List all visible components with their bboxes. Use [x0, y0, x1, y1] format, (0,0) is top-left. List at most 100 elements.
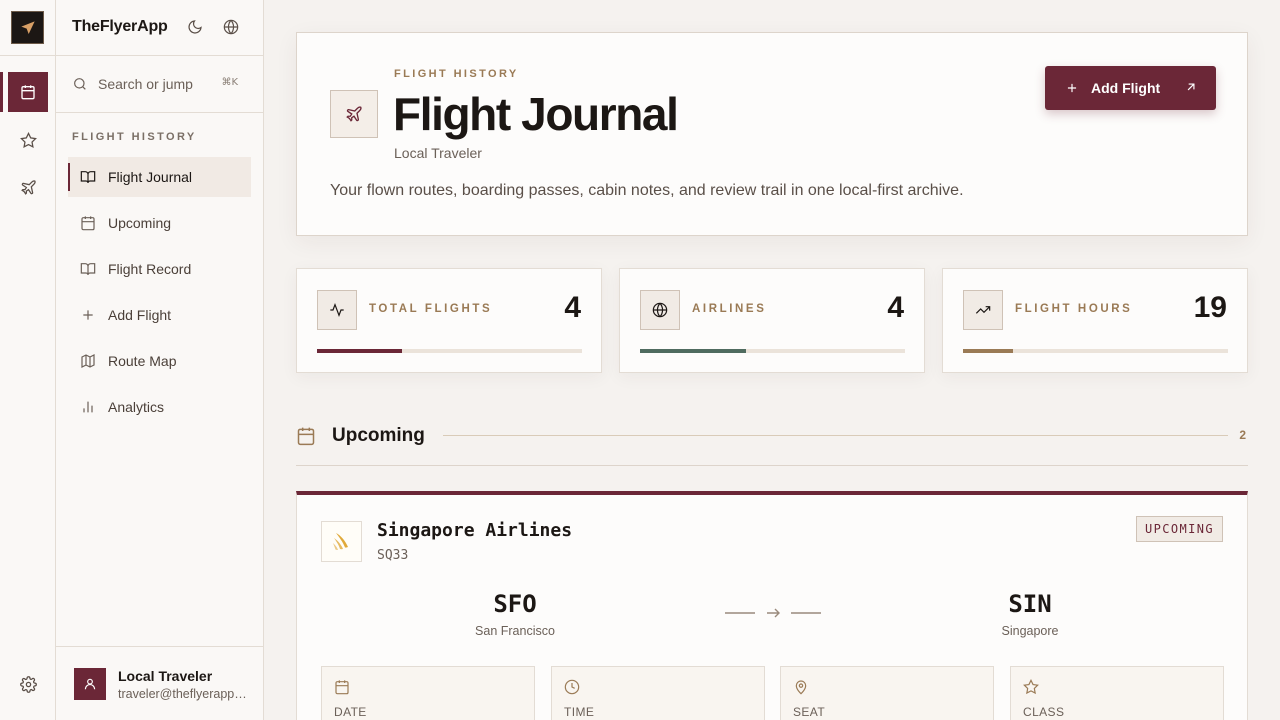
sidebar-item-flight-journal[interactable]: Flight Journal [68, 157, 251, 197]
sidebar-item-analytics[interactable]: Analytics [68, 387, 251, 427]
icon-rail [0, 0, 56, 720]
sidebar-item-route-map[interactable]: Route Map [68, 341, 251, 381]
sidebar-item-label: Flight Record [108, 261, 192, 277]
rail-flights-button[interactable] [8, 167, 48, 207]
language-button[interactable] [221, 17, 241, 37]
stat-progress-track [640, 349, 905, 353]
stat-progress-track [317, 349, 582, 353]
detail-label: TIME [564, 705, 595, 719]
route-arrow-icon [725, 608, 821, 618]
star-icon [1023, 679, 1039, 695]
stat-value: 4 [887, 291, 904, 324]
destination-airport: SIN Singapore [940, 590, 1120, 638]
stat-label: AIRLINES [692, 303, 767, 315]
airline-logo [321, 521, 362, 562]
destination-city: Singapore [1001, 624, 1059, 638]
search-shortcut: ⌘K [221, 77, 238, 88]
user-email: traveler@theflyerapp.local [118, 687, 248, 701]
flight-number: SQ33 [377, 548, 409, 563]
nav-section-label: FLIGHT HISTORY [72, 131, 197, 143]
book-icon [80, 171, 96, 184]
destination-code: SIN [1008, 590, 1052, 618]
stat-card-total-flights: TOTAL FLIGHTS 4 [296, 268, 602, 373]
calendar-icon [21, 85, 35, 100]
sidebar-item-upcoming[interactable]: Upcoming [68, 203, 251, 243]
calendar-icon [81, 216, 95, 231]
theme-toggle-button[interactable] [185, 17, 205, 37]
sidebar-item-flight-record[interactable]: Flight Record [68, 249, 251, 289]
detail-seat: SEAT [780, 666, 994, 720]
star-icon [19, 131, 37, 148]
stat-value: 4 [564, 291, 581, 324]
rail-calendar-button[interactable] [8, 72, 48, 112]
search-input[interactable]: Search or jump ⌘K [72, 70, 248, 98]
sidebar-item-label: Upcoming [108, 215, 172, 231]
stat-progress-fill [963, 349, 1014, 353]
globe-icon [223, 19, 239, 35]
page-title: Flight Journal [393, 88, 679, 140]
detail-date: DATE [321, 666, 535, 720]
user-name: Local Traveler [118, 668, 213, 684]
book-open-icon [80, 263, 96, 276]
search-icon [74, 78, 86, 90]
add-flight-button[interactable]: Add Flight [1045, 66, 1216, 110]
plus-icon [1067, 83, 1077, 93]
sidebar: TheFlyerApp Search or jump ⌘K FLIGHT HIS… [56, 0, 264, 720]
sidebar-item-label: Analytics [108, 399, 165, 415]
sidebar-item-add-flight[interactable]: Add Flight [68, 295, 251, 335]
sidebar-item-label: Route Map [108, 353, 177, 369]
rail-favorites-button[interactable] [8, 120, 48, 160]
stat-progress-track [963, 349, 1228, 353]
stat-icon-wrap [640, 290, 680, 330]
upcoming-count: 2 [1239, 428, 1246, 442]
plane-icon [346, 106, 362, 122]
plus-icon [83, 310, 93, 320]
calendar-icon [335, 680, 349, 695]
detail-class: CLASS [1010, 666, 1224, 720]
gear-icon [19, 675, 37, 693]
origin-city: San Francisco [475, 624, 555, 638]
stat-progress-fill [640, 349, 746, 353]
hero-description: Your flown routes, boarding passes, cabi… [330, 182, 964, 199]
origin-code: SFO [493, 590, 537, 618]
flight-card[interactable]: Singapore Airlines SQ33 UPCOMING SFO San… [296, 491, 1248, 720]
status-badge: UPCOMING [1136, 516, 1223, 542]
map-pin-icon [795, 680, 807, 695]
stat-icon-wrap [317, 290, 357, 330]
clock-icon [564, 679, 580, 695]
sidebar-item-label: Add Flight [108, 307, 172, 323]
hero-card: FLIGHT HISTORY Flight Journal Local Trav… [296, 32, 1248, 236]
avatar[interactable] [74, 668, 106, 700]
stat-icon-wrap [963, 290, 1003, 330]
stat-label: TOTAL FLIGHTS [369, 303, 493, 315]
plane-icon [20, 179, 36, 195]
bar-chart-icon [83, 401, 93, 413]
hero-badge [330, 90, 378, 138]
hero-eyebrow: FLIGHT HISTORY [394, 68, 519, 80]
hero-subtitle: Local Traveler [394, 145, 482, 161]
add-flight-label: Add Flight [1091, 80, 1161, 96]
globe-icon [652, 302, 668, 318]
stat-value: 19 [1193, 291, 1227, 324]
activity-icon [330, 302, 344, 318]
section-title-upcoming: Upcoming [332, 425, 425, 446]
detail-time: TIME [551, 666, 765, 720]
app-logo[interactable] [11, 11, 44, 44]
stat-progress-fill [317, 349, 402, 353]
stat-card-airlines: AIRLINES 4 [619, 268, 925, 373]
user-icon [84, 678, 96, 690]
map-icon [81, 354, 95, 368]
airline-name: Singapore Airlines [377, 520, 573, 541]
detail-label: CLASS [1023, 705, 1065, 719]
trending-up-icon [975, 306, 991, 314]
app-name: TheFlyerApp [72, 18, 168, 35]
origin-airport: SFO San Francisco [425, 590, 605, 638]
detail-label: SEAT [793, 705, 826, 719]
detail-label: DATE [334, 705, 367, 719]
moon-icon [188, 20, 202, 34]
paper-plane-icon [20, 20, 35, 34]
search-placeholder: Search or jump [98, 76, 193, 92]
stat-card-flight-hours: FLIGHT HOURS 19 [942, 268, 1248, 373]
settings-button[interactable] [18, 674, 38, 694]
stat-label: FLIGHT HOURS [1015, 303, 1133, 315]
